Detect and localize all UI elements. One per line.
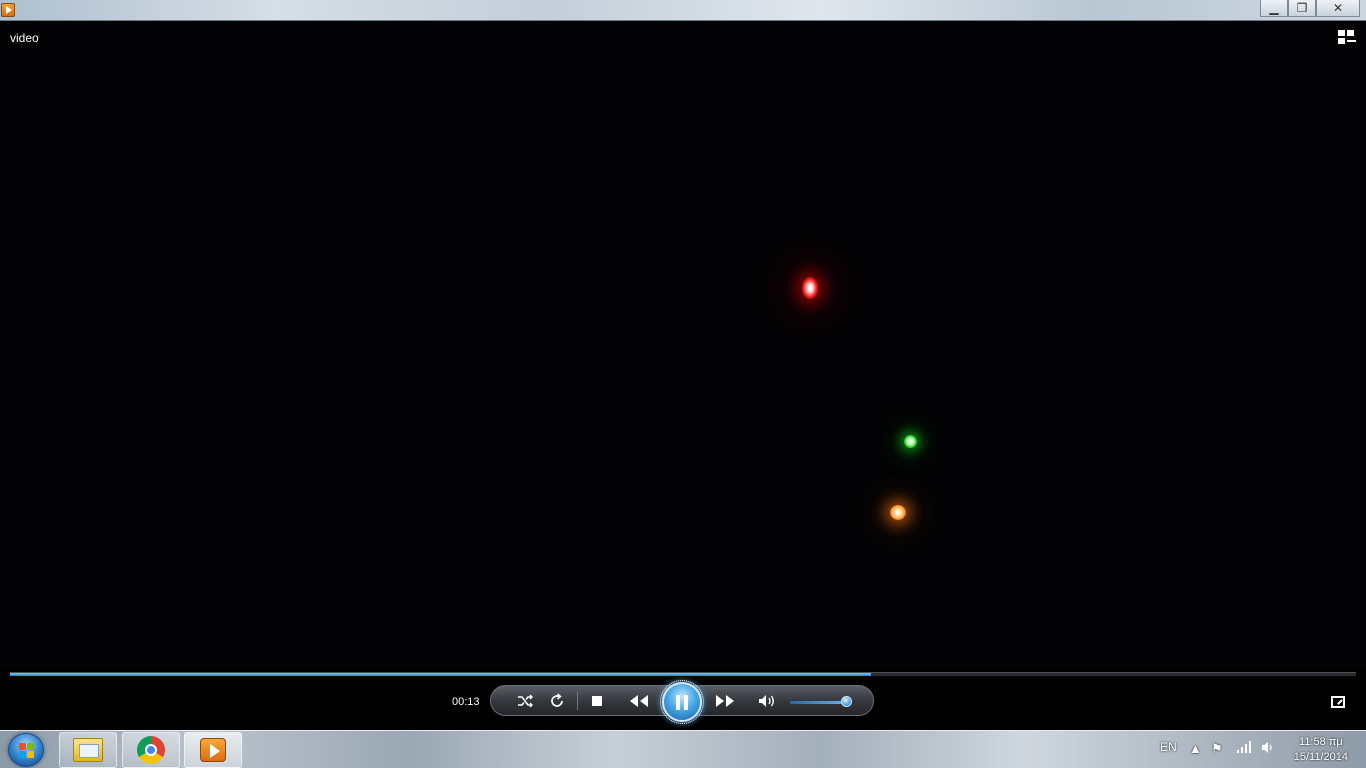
taskbar: EN ▲ ⚑ 11:58 πμ 15/11/2014 — [0, 730, 1366, 768]
show-hidden-icons-icon[interactable]: ▲ — [1189, 741, 1202, 756]
mute-button[interactable] — [756, 690, 778, 712]
stop-icon — [592, 696, 602, 706]
stop-button[interactable] — [586, 690, 608, 712]
seek-bar[interactable] — [10, 672, 1356, 676]
close-button[interactable]: ✕ — [1316, 0, 1360, 17]
previous-icon — [630, 695, 648, 707]
previous-button[interactable] — [618, 690, 660, 712]
shuffle-icon — [518, 694, 533, 708]
close-icon: ✕ — [1332, 1, 1344, 15]
speaker-icon[interactable] — [1261, 741, 1275, 757]
switch-to-library-icon[interactable] — [1338, 30, 1356, 46]
taskbar-google-chrome[interactable] — [122, 732, 180, 768]
repeat-icon — [551, 693, 563, 707]
windows-logo-icon — [19, 743, 26, 750]
minimize-icon: ▁ — [1269, 1, 1279, 15]
pause-icon-left-bar — [676, 695, 680, 710]
minimize-button[interactable]: ▁ — [1260, 0, 1288, 17]
windows-logo-icon — [27, 751, 34, 758]
green-light — [904, 435, 917, 448]
clock-date: 15/11/2014 — [1293, 751, 1348, 763]
orange-light — [890, 505, 906, 520]
restore-button[interactable]: ❐ — [1288, 0, 1316, 17]
playback-controls: 00:13 — [0, 668, 1366, 730]
video-area[interactable]: video — [0, 22, 1366, 668]
action-center-flag-icon[interactable]: ⚑ — [1211, 741, 1223, 757]
next-icon — [716, 695, 734, 707]
fullscreen-icon[interactable] — [1331, 696, 1345, 708]
next-button[interactable] — [704, 690, 746, 712]
elapsed-time: 00:13 — [452, 696, 480, 708]
red-light — [802, 277, 818, 299]
pause-icon-right-bar — [684, 695, 688, 710]
chrome-icon — [137, 736, 165, 764]
repeat-button[interactable] — [546, 690, 568, 712]
volume-icon — [759, 695, 774, 707]
seek-bar-progress — [10, 673, 871, 676]
windows-logo-icon — [19, 751, 26, 758]
system-clock[interactable]: 11:58 πμ 15/11/2014 — [1294, 735, 1348, 765]
media-player-app-icon[interactable] — [1, 3, 15, 17]
title-bar: ▁ ❐ ✕ — [0, 0, 1366, 21]
pause-button[interactable] — [660, 680, 704, 724]
taskbar-media-player[interactable] — [184, 732, 242, 768]
windows-logo-icon — [27, 743, 34, 750]
start-button[interactable] — [8, 733, 44, 767]
clock-time: 11:58 πμ — [1299, 736, 1343, 748]
volume-slider-thumb[interactable] — [841, 696, 852, 707]
window-controls: ▁ ❐ ✕ — [1260, 0, 1360, 17]
language-indicator[interactable]: EN — [1160, 740, 1177, 754]
video-title: video — [10, 31, 39, 45]
media-player-icon — [200, 738, 226, 762]
shuffle-button[interactable] — [514, 690, 536, 712]
folder-icon — [73, 738, 103, 762]
taskbar-windows-explorer[interactable] — [59, 732, 117, 768]
restore-icon: ❐ — [1296, 1, 1308, 15]
control-separator — [577, 692, 578, 710]
network-signal-icon[interactable] — [1236, 741, 1252, 756]
